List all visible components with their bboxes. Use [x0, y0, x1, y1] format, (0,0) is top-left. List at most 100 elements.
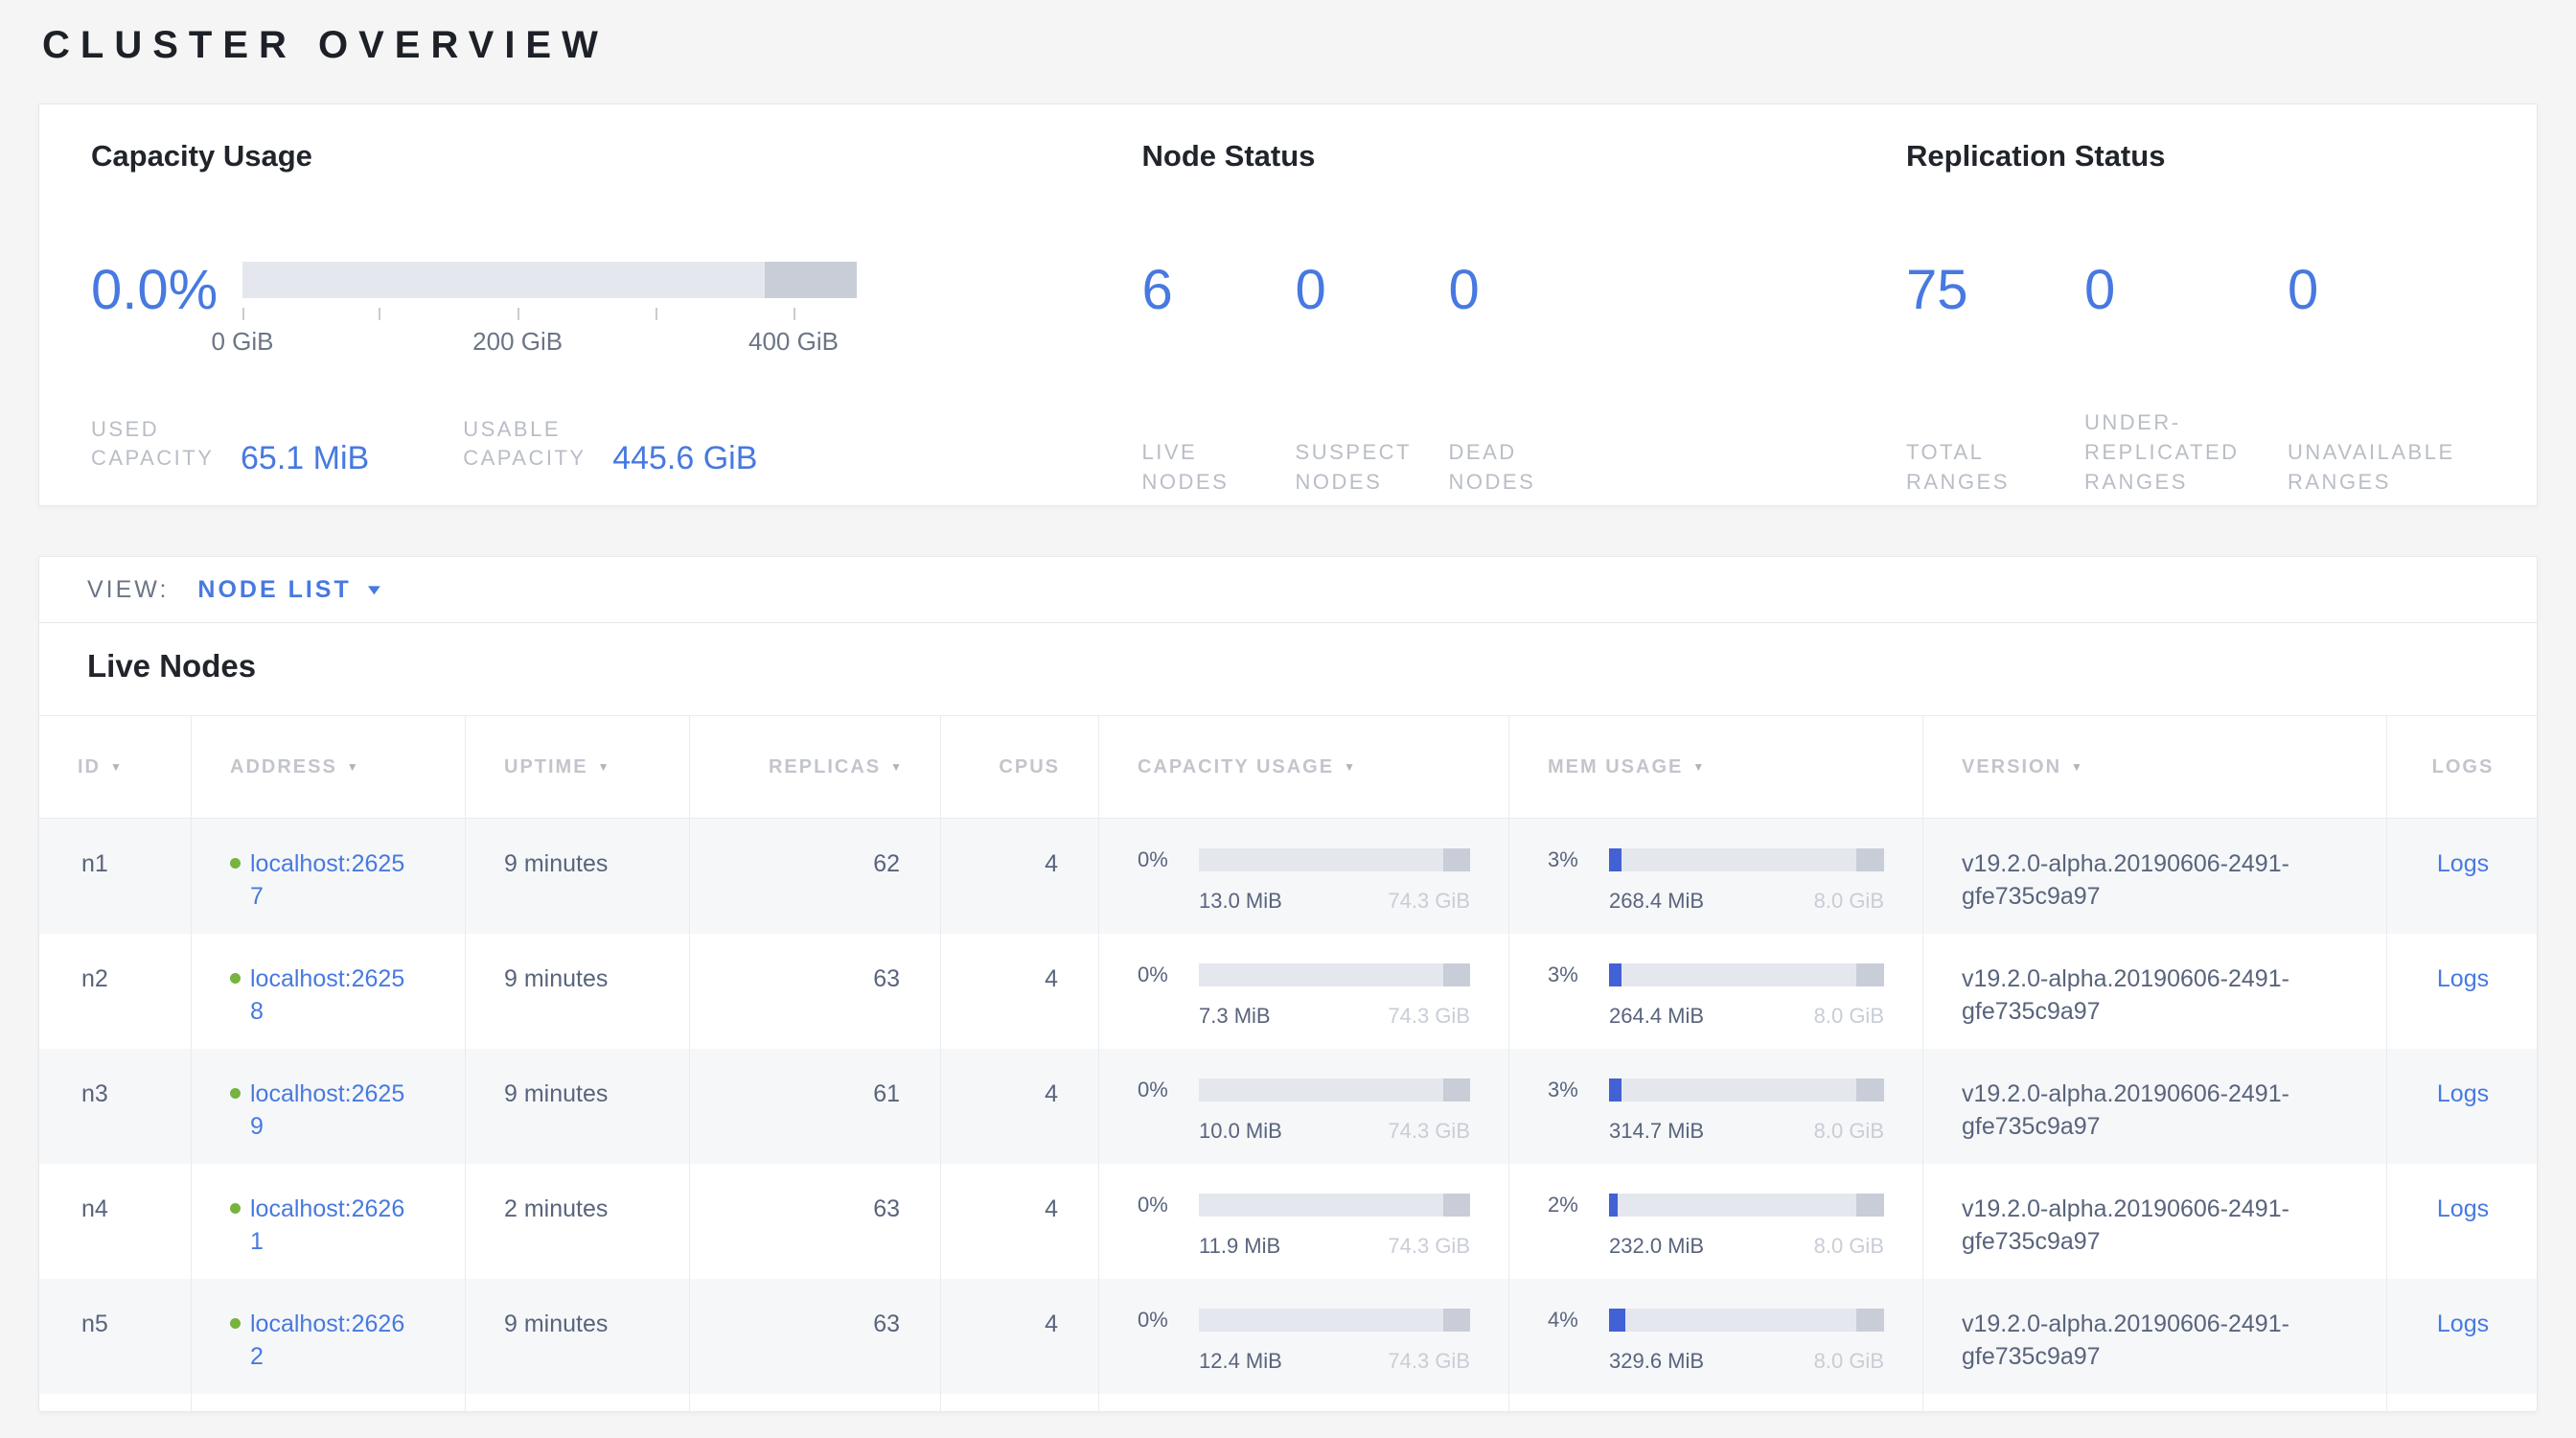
node-address-cell: localhost:26261 [191, 1164, 465, 1279]
capacity-max-value: 74.3 GiB [1388, 1230, 1470, 1263]
node-address-cell: localhost:26258 [191, 934, 465, 1049]
column-header-label: ADDRESS [230, 756, 337, 778]
node-uptime-cell: 2 minutes [465, 1164, 689, 1279]
memory-usage-fill [1609, 1078, 1622, 1102]
capacity-usage-cell: 0%10.0 MiB74.3 GiB [1098, 1049, 1508, 1164]
live-nodes-card: Live Nodes ID▼ADDRESS▼UPTIME▼REPLICAS▼CP… [38, 623, 2538, 1412]
column-header-uptime[interactable]: UPTIME▼ [465, 716, 689, 818]
node-logs-cell: Logs [2386, 934, 2538, 1049]
node-id-cell: n4 [39, 1164, 191, 1279]
empty-cell [1098, 1394, 1508, 1412]
column-header-replicas[interactable]: REPLICAS▼ [689, 716, 940, 818]
node-logs-cell: Logs [2386, 1279, 2538, 1394]
node-cpus-cell: 4 [940, 1164, 1098, 1279]
memory-usage-line: 3% [1548, 1074, 1884, 1106]
node-id-cell: n2 [39, 934, 191, 1049]
node-cpus-cell: 4 [940, 819, 1098, 934]
node-address-link[interactable]: localhost:26257 [250, 847, 415, 934]
capacity-max-value: 74.3 GiB [1388, 1115, 1470, 1148]
replication-status-title: Replication Status [1906, 137, 2537, 175]
node-replicas-cell: 61 [689, 1049, 940, 1164]
node-address-link[interactable]: localhost:26261 [250, 1193, 415, 1279]
unavailable-ranges-count: 0 [2288, 262, 2537, 319]
memory-usage-tail [1856, 1078, 1884, 1102]
node-version-cell: v19.2.0-alpha.20190606-2491-gfe735c9a97 [1922, 1164, 2386, 1279]
memory-usage-percent: 3% [1548, 844, 1609, 876]
node-address-link[interactable]: localhost:26258 [250, 963, 415, 1049]
node-live-dot [230, 1203, 241, 1214]
node-replicas-cell: 63 [689, 1279, 940, 1394]
node-uptime-cell: 9 minutes [465, 934, 689, 1049]
replication-status-section: Replication Status 75 0 0 TOTAL RANGES U… [1906, 137, 2537, 505]
capacity-max-value: 74.3 GiB [1388, 1345, 1470, 1378]
memory-usage-values: 264.4 MiB 8.0 GiB [1609, 1000, 1884, 1032]
memory-usage-fill [1609, 1309, 1625, 1332]
capacity-usage-values: 11.9 MiB 74.3 GiB [1199, 1230, 1470, 1263]
cluster-summary-card: Capacity Usage 0.0% 0 GiB 200 GiB 400 Gi… [38, 104, 2538, 506]
node-live-dot [230, 973, 241, 984]
table-row-n3: n3localhost:262599 minutes6140%10.0 MiB7… [39, 1049, 2537, 1164]
table-row-n2: n2localhost:262589 minutes6340%7.3 MiB74… [39, 934, 2537, 1049]
node-logs-cell: Logs [2386, 1049, 2538, 1164]
memory-usage-bar [1609, 848, 1884, 871]
memory-usage-line: 4% [1548, 1304, 1884, 1336]
memory-usage-percent: 3% [1548, 959, 1609, 991]
usable-capacity-stat: USABLE CAPACITY 445.6 GiB [463, 415, 757, 473]
memory-max-value: 8.0 GiB [1814, 885, 1884, 917]
empty-cell [2386, 1394, 2537, 1412]
column-header-capacity[interactable]: CAPACITY USAGE▼ [1098, 716, 1508, 818]
capacity-used-value: 11.9 MiB [1199, 1230, 1280, 1263]
capacity-usage-bar [1199, 848, 1470, 871]
axis-tick [656, 308, 657, 320]
node-logs-link[interactable]: Logs [2437, 1195, 2489, 1222]
capacity-used-value: 7.3 MiB [1199, 1000, 1271, 1032]
memory-usage-bar [1609, 1309, 1884, 1332]
live-nodes-label: LIVE NODES [1142, 437, 1296, 497]
memory-usage-cell: 3%264.4 MiB 8.0 GiB [1508, 934, 1922, 1049]
node-address-link[interactable]: localhost:26262 [250, 1308, 415, 1394]
node-logs-link[interactable]: Logs [2437, 1080, 2489, 1107]
table-row-partial [39, 1394, 2537, 1412]
sort-arrow-icon: ▼ [598, 760, 610, 774]
node-uptime-cell: 9 minutes [465, 1049, 689, 1164]
capacity-used-value: 10.0 MiB [1199, 1115, 1282, 1148]
capacity-usage-tail [1443, 848, 1470, 871]
node-address-link[interactable]: localhost:26259 [250, 1078, 415, 1164]
capacity-stats-row: USED CAPACITY 65.1 MiB USABLE CAPACITY 4… [91, 415, 1142, 473]
memory-usage-tail [1856, 848, 1884, 871]
table-row-n1: n1localhost:262579 minutes6240%13.0 MiB7… [39, 819, 2537, 934]
memory-usage-percent: 3% [1548, 1074, 1609, 1106]
column-header-version[interactable]: VERSION▼ [1922, 716, 2386, 818]
view-label: VIEW: [87, 576, 169, 604]
column-header-memory[interactable]: MEM USAGE▼ [1508, 716, 1922, 818]
node-status-values: 6 0 0 [1142, 262, 1906, 319]
memory-usage-tail [1856, 1309, 1884, 1332]
memory-used-value: 329.6 MiB [1609, 1345, 1704, 1378]
node-live-dot [230, 1088, 241, 1099]
node-address-cell: localhost:26262 [191, 1279, 465, 1394]
node-cpus-cell: 4 [940, 934, 1098, 1049]
capacity-gauge-tail [765, 262, 857, 298]
memory-used-value: 264.4 MiB [1609, 1000, 1704, 1032]
memory-usage-percent: 4% [1548, 1304, 1609, 1336]
live-nodes-count: 6 [1142, 262, 1296, 319]
used-capacity-stat: USED CAPACITY 65.1 MiB [91, 415, 369, 473]
column-header-address[interactable]: ADDRESS ▼ [191, 716, 465, 818]
sort-arrow-icon: ▼ [890, 760, 902, 774]
replication-values: 75 0 0 [1906, 262, 2537, 319]
column-header-label: VERSION [1962, 756, 2061, 778]
memory-max-value: 8.0 GiB [1814, 1115, 1884, 1148]
memory-max-value: 8.0 GiB [1814, 1000, 1884, 1032]
capacity-used-value: 13.0 MiB [1199, 885, 1282, 917]
under-replicated-ranges-label: UNDER-REPLICATED RANGES [2084, 407, 2288, 497]
node-logs-link[interactable]: Logs [2437, 850, 2489, 877]
memory-usage-percent: 2% [1548, 1189, 1609, 1221]
view-selector-dropdown[interactable]: NODE LIST ▼ [197, 576, 380, 604]
sort-arrow-icon: ▼ [347, 760, 358, 774]
node-logs-link[interactable]: Logs [2437, 1310, 2489, 1337]
axis-tick [379, 308, 380, 320]
node-logs-link[interactable]: Logs [2437, 965, 2489, 992]
column-header-id[interactable]: ID▼ [39, 716, 191, 818]
column-header-label: CPUS [999, 756, 1060, 778]
node-logs-cell: Logs [2386, 819, 2538, 934]
